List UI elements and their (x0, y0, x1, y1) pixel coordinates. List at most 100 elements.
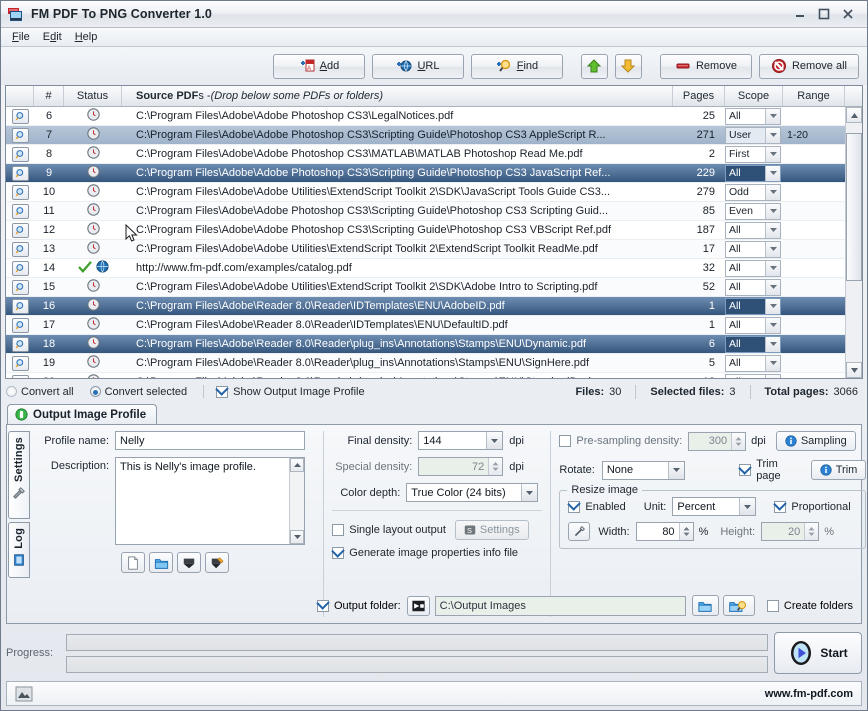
rotate-combo[interactable]: None (601, 460, 686, 480)
row-scope[interactable]: All (725, 278, 783, 296)
scope-dropdown[interactable]: All (725, 297, 781, 315)
description-scrollbar[interactable] (289, 458, 304, 544)
scope-dropdown[interactable]: First (725, 145, 781, 163)
row-range[interactable] (783, 297, 845, 315)
row-range[interactable] (783, 278, 845, 296)
chevron-down-icon[interactable] (486, 432, 503, 449)
row-scope[interactable]: All (725, 335, 783, 353)
proportional-checkbox[interactable] (774, 500, 787, 513)
profile-name-input[interactable]: Nelly (115, 431, 305, 450)
row-range[interactable] (783, 240, 845, 258)
chevron-down-icon[interactable] (765, 279, 780, 295)
row-preview-button[interactable] (6, 202, 34, 220)
width-spinner[interactable]: 80 (635, 522, 694, 541)
row-preview-button[interactable] (6, 164, 34, 182)
convert-selected-radio[interactable]: Convert selected (89, 386, 187, 398)
find-button[interactable]: Find (470, 53, 563, 79)
row-scope[interactable]: All (725, 107, 783, 125)
row-scope[interactable]: All (725, 240, 783, 258)
scope-dropdown[interactable]: All (725, 221, 781, 239)
menu-item-file[interactable]: FFileile (8, 30, 39, 45)
table-row[interactable]: 6 C:\Program Files\Adobe\Adobe Photoshop … (6, 107, 862, 126)
create-folders-checkbox[interactable] (766, 599, 779, 612)
table-row[interactable]: 8 C:\Program Files\Adobe\Adobe Photoshop … (6, 145, 862, 164)
row-range[interactable] (783, 202, 845, 220)
scope-dropdown[interactable]: All (725, 335, 781, 353)
tab-output-image-profile[interactable]: Output Image Profile (7, 404, 158, 424)
header-range[interactable]: Range (783, 86, 845, 106)
table-row[interactable]: 16 C:\Program Files\Adobe\Reader 8.0\Read… (6, 297, 862, 316)
row-scope[interactable]: User (725, 126, 783, 144)
height-spinner[interactable]: 20 (761, 522, 820, 541)
presampling-checkbox[interactable] (559, 435, 572, 447)
table-row[interactable]: 15 C:\Program Files\Adobe\Adobe Utilities… (6, 278, 862, 297)
header-scope[interactable]: Scope (725, 86, 783, 106)
layout-settings-button[interactable]: S Settings (454, 520, 529, 540)
show-profile-checkbox[interactable]: Show Output Image Profile (216, 385, 365, 398)
output-folder-checkbox[interactable] (317, 599, 329, 612)
row-preview-button[interactable] (6, 259, 34, 277)
scope-dropdown[interactable]: All (725, 316, 781, 334)
row-range[interactable] (783, 107, 845, 125)
row-preview-button[interactable] (6, 107, 34, 125)
row-scope[interactable]: All (725, 316, 783, 334)
row-range[interactable] (783, 221, 845, 239)
header-pages[interactable]: Pages (673, 86, 725, 106)
chevron-down-icon[interactable] (765, 222, 780, 238)
scope-dropdown[interactable]: All (725, 373, 781, 378)
row-scope[interactable]: First (725, 145, 783, 163)
table-row[interactable]: 10 C:\Program Files\Adobe\Adobe Utilities… (6, 183, 862, 202)
table-row[interactable]: 9 C:\Program Files\Adobe\Adobe Photoshop … (6, 164, 862, 183)
row-preview-button[interactable] (6, 278, 34, 296)
menu-item-edit[interactable]: Edit (39, 30, 71, 45)
url-button[interactable]: URL (371, 53, 464, 79)
scope-dropdown[interactable]: All (725, 354, 781, 372)
chevron-down-icon[interactable] (765, 260, 780, 276)
move-down-button[interactable] (614, 53, 642, 79)
maximize-icon[interactable] (817, 7, 831, 21)
row-preview-button[interactable] (6, 221, 34, 239)
start-button[interactable]: Start (774, 632, 862, 674)
table-row[interactable]: 12 C:\Program Files\Adobe\Adobe Photoshop… (6, 221, 862, 240)
close-icon[interactable] (841, 7, 855, 21)
scope-dropdown[interactable]: All (725, 259, 781, 277)
row-range[interactable] (783, 354, 845, 372)
chevron-down-icon[interactable] (765, 108, 780, 124)
chevron-down-icon[interactable] (765, 203, 780, 219)
chevron-down-icon[interactable] (668, 461, 685, 479)
table-row[interactable]: 14 http://www.fm-pdf.com/examples/catalog… (6, 259, 862, 278)
chevron-down-icon[interactable] (765, 355, 780, 371)
resize-enabled-checkbox[interactable] (568, 500, 581, 513)
vtab-log[interactable]: Log (8, 522, 30, 578)
table-row[interactable]: 20 C:\Program Files\Adobe\Reader 8.0\Read… (6, 373, 862, 378)
convert-all-radio[interactable]: Convert all (6, 386, 74, 398)
chevron-down-icon[interactable] (765, 127, 780, 143)
scope-dropdown[interactable]: All (725, 164, 781, 182)
scrollbar-track[interactable] (846, 123, 862, 362)
scope-dropdown[interactable]: Odd (725, 183, 781, 201)
row-range[interactable] (783, 145, 845, 163)
chevron-down-icon[interactable] (765, 336, 780, 352)
desc-scroll-down-icon[interactable] (290, 530, 304, 544)
chevron-down-icon[interactable] (765, 374, 780, 378)
open-folder-icon[interactable] (149, 552, 173, 573)
browse-folder-icon[interactable] (691, 595, 719, 616)
explore-folder-icon[interactable] (722, 595, 755, 616)
chevron-down-icon[interactable] (521, 484, 538, 501)
row-preview-button[interactable] (6, 145, 34, 163)
row-scope[interactable]: Even (725, 202, 783, 220)
row-range[interactable] (783, 316, 845, 334)
header-source[interactable]: Source PDF s - (Drop below some PDFs or f… (122, 86, 673, 106)
row-preview-button[interactable] (6, 126, 34, 144)
row-preview-button[interactable] (6, 335, 34, 353)
table-row[interactable]: 13 C:\Program Files\Adobe\Adobe Utilities… (6, 240, 862, 259)
desc-scroll-up-icon[interactable] (290, 458, 304, 472)
chevron-down-icon[interactable] (765, 241, 780, 257)
row-preview-button[interactable] (6, 240, 34, 258)
scope-dropdown[interactable]: All (725, 240, 781, 258)
scrollbar-thumb[interactable] (846, 133, 862, 281)
presampling-spinner[interactable]: 300 (688, 431, 747, 451)
chevron-down-icon[interactable] (765, 165, 780, 181)
row-scope[interactable]: Odd (725, 183, 783, 201)
chevron-down-icon[interactable] (765, 146, 780, 162)
